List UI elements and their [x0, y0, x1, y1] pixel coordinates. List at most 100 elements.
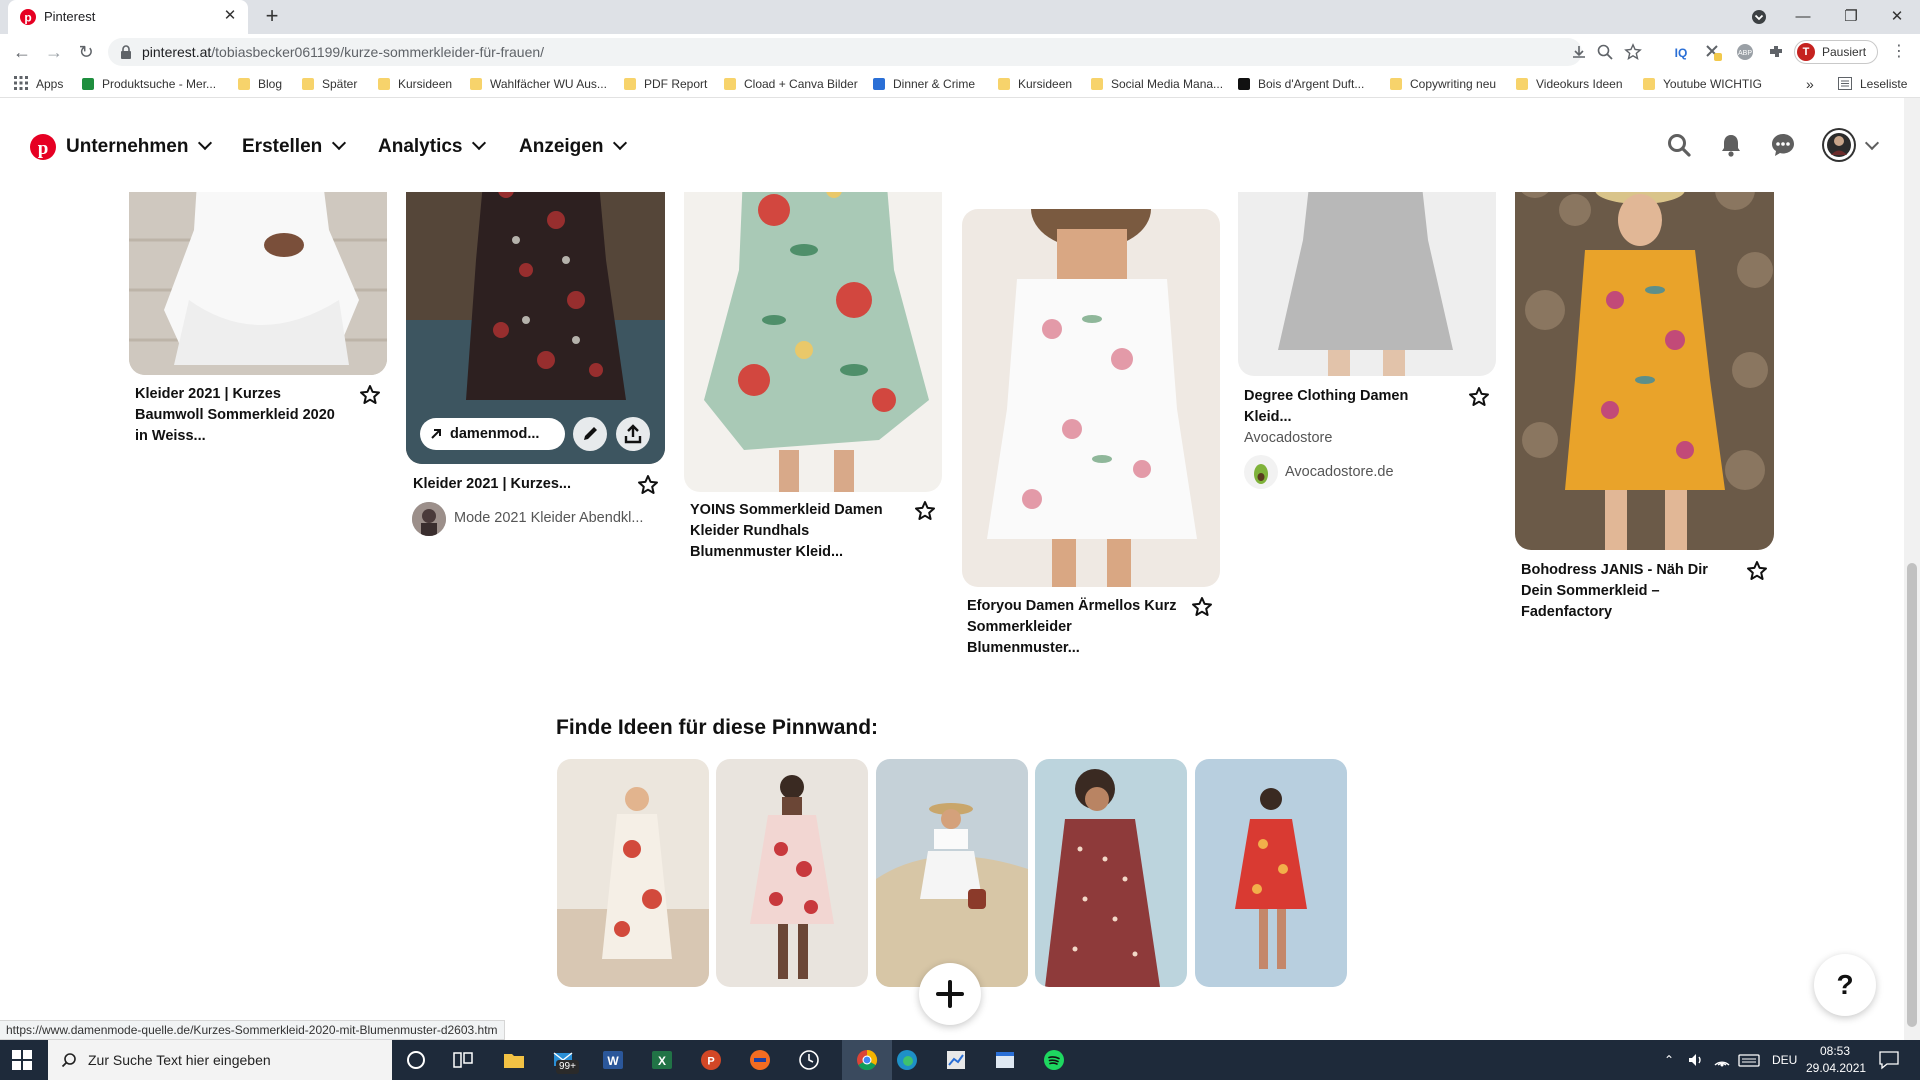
star-icon[interactable] — [637, 474, 659, 496]
nav-unternehmen[interactable]: Unternehmen — [66, 135, 213, 158]
messages-icon[interactable] — [1770, 132, 1796, 158]
idea-thumbnail[interactable] — [557, 759, 709, 987]
help-button[interactable]: ? — [1814, 954, 1876, 1016]
pin-title[interactable]: Degree Clothing Damen Kleid... — [1244, 386, 1454, 428]
pin-title[interactable]: Kleider 2021 | Kurzes Baumwoll Sommerkle… — [135, 384, 335, 447]
bookmark-produktsuche[interactable]: Produktsuche - Mer... — [82, 76, 216, 94]
page-scrollbar-thumb[interactable] — [1907, 563, 1917, 1027]
bookmark-blog[interactable]: Blog — [238, 76, 282, 94]
edge-icon[interactable] — [895, 1048, 919, 1072]
app-chart-icon[interactable] — [944, 1048, 968, 1072]
powerpoint-icon[interactable]: P — [699, 1048, 723, 1072]
keyboard-icon[interactable] — [1738, 1050, 1760, 1070]
pin-image[interactable] — [962, 209, 1220, 587]
bookmark-spaeter[interactable]: Später — [302, 76, 357, 94]
extension-badge-icon[interactable] — [1704, 43, 1722, 61]
bookmark-kursideen-2[interactable]: Kursideen — [998, 76, 1072, 94]
lock-icon — [121, 45, 131, 59]
reading-list-button[interactable]: Leseliste — [1838, 76, 1907, 94]
new-tab-button[interactable]: + — [260, 5, 284, 29]
board-avatar[interactable] — [412, 502, 446, 536]
address-bar[interactable]: pinterest.at/tobiasbecker061199/kurze-so… — [108, 38, 1642, 66]
bookmarks-overflow-button[interactable]: » — [1806, 76, 1814, 94]
bookmark-star-icon[interactable] — [1624, 43, 1642, 61]
app-window-icon[interactable] — [993, 1048, 1017, 1072]
install-icon[interactable] — [1570, 43, 1588, 61]
bookmark-wahlfaecher[interactable]: Wahlfächer WU Aus... — [470, 76, 607, 94]
pin-source-name[interactable]: Avocadostore.de — [1285, 464, 1394, 480]
profile-button[interactable]: T Pausiert — [1794, 40, 1878, 64]
task-view-icon[interactable] — [451, 1048, 475, 1072]
share-pin-button[interactable] — [616, 417, 650, 451]
star-icon[interactable] — [1468, 386, 1490, 408]
account-chevron-down-icon[interactable] — [1864, 135, 1880, 151]
bookmark-cload-canva[interactable]: Cload + Canva Bilder — [724, 76, 858, 94]
pin-source-link[interactable]: damenmod... — [420, 418, 565, 450]
idea-thumbnail[interactable] — [876, 759, 1028, 987]
pin-board-name[interactable]: Mode 2021 Kleider Abendkl... — [454, 510, 643, 526]
restore-icon[interactable]: ❐ — [1840, 6, 1862, 28]
back-icon[interactable]: ← — [11, 42, 33, 64]
source-avatar[interactable] — [1244, 455, 1278, 489]
forward-icon[interactable]: → — [43, 42, 65, 64]
windows-start-icon[interactable] — [12, 1050, 32, 1070]
idea-thumbnail[interactable] — [716, 759, 868, 987]
pin-title[interactable]: Kleider 2021 | Kurzes... — [413, 474, 613, 495]
word-icon[interactable]: W — [601, 1048, 625, 1072]
notifications-bell-icon[interactable] — [1718, 132, 1744, 158]
browser-menu-icon[interactable]: ⋮ — [1888, 42, 1910, 64]
taskbar-search-box[interactable]: Zur Suche Text hier eingeben — [48, 1040, 392, 1080]
bookmark-videokurs[interactable]: Videokurs Ideen — [1516, 76, 1623, 94]
file-explorer-icon[interactable] — [502, 1048, 526, 1072]
add-pin-button[interactable] — [919, 963, 981, 1025]
bookmark-apps[interactable]: Apps — [14, 76, 63, 94]
idea-thumbnail[interactable] — [1195, 759, 1347, 987]
bookmark-copywriting[interactable]: Copywriting neu — [1390, 76, 1496, 94]
taskbar-clock[interactable]: 08:53 29.04.2021 — [1806, 1043, 1866, 1077]
nav-anzeigen[interactable]: Anzeigen — [519, 135, 628, 158]
edit-pin-button[interactable] — [573, 417, 607, 451]
extension-iq-icon[interactable]: IQ — [1672, 43, 1690, 61]
reload-icon[interactable]: ↻ — [75, 42, 97, 64]
nav-erstellen[interactable]: Erstellen — [242, 135, 347, 158]
minimize-icon[interactable]: — — [1792, 6, 1814, 28]
nav-analytics[interactable]: Analytics — [378, 135, 487, 158]
extensions-puzzle-icon[interactable] — [1767, 43, 1785, 61]
zoom-icon[interactable] — [1596, 43, 1614, 61]
close-tab-icon[interactable]: ✕ — [222, 8, 238, 24]
star-icon[interactable] — [1191, 596, 1213, 618]
bookmark-dinner-crime[interactable]: Dinner & Crime — [873, 76, 975, 94]
pin-title[interactable]: Bohodress JANIS - Näh Dir Dein Sommerkle… — [1521, 560, 1741, 623]
input-language[interactable]: DEU — [1772, 1053, 1797, 1067]
chrome-taskbar-active[interactable] — [842, 1040, 892, 1080]
pin-title[interactable]: YOINS Sommerkleid Damen Kleider Rundhals… — [690, 500, 910, 563]
pin-image[interactable] — [1515, 150, 1774, 550]
pin-title[interactable]: Eforyou Damen Ärmellos Kurz Sommerkleide… — [967, 596, 1187, 659]
app-orange-icon[interactable] — [748, 1048, 772, 1072]
pin-image[interactable] — [684, 150, 942, 492]
pinterest-logo-icon[interactable]: p — [30, 134, 56, 160]
idea-thumbnail[interactable] — [1035, 759, 1187, 987]
volume-icon[interactable] — [1686, 1050, 1706, 1070]
bookmark-social-media[interactable]: Social Media Mana... — [1091, 76, 1223, 94]
window-close-icon[interactable]: ✕ — [1886, 6, 1908, 28]
network-icon[interactable] — [1712, 1050, 1732, 1070]
tab-search-icon[interactable] — [1748, 6, 1770, 28]
spotify-icon[interactable] — [1042, 1048, 1066, 1072]
bookmark-youtube[interactable]: Youtube WICHTIG — [1643, 76, 1762, 94]
app-clock-icon[interactable] — [797, 1048, 821, 1072]
extension-abp-icon[interactable]: ABP — [1736, 43, 1754, 61]
bookmark-kursideen[interactable]: Kursideen — [378, 76, 452, 94]
cortana-icon[interactable] — [404, 1048, 428, 1072]
search-icon[interactable] — [1666, 132, 1692, 158]
tray-overflow-icon[interactable]: ⌃ — [1664, 1053, 1674, 1067]
browser-tab[interactable]: p Pinterest ✕ — [8, 0, 248, 34]
user-avatar[interactable] — [1822, 128, 1856, 162]
bookmark-pdf-report[interactable]: PDF Report — [624, 76, 707, 94]
action-center-icon[interactable] — [1878, 1050, 1900, 1070]
bookmark-bois-dargent[interactable]: Bois d'Argent Duft... — [1238, 76, 1364, 94]
excel-icon[interactable]: X — [650, 1048, 674, 1072]
star-icon[interactable] — [359, 384, 381, 406]
star-icon[interactable] — [1746, 560, 1768, 582]
star-icon[interactable] — [914, 500, 936, 522]
